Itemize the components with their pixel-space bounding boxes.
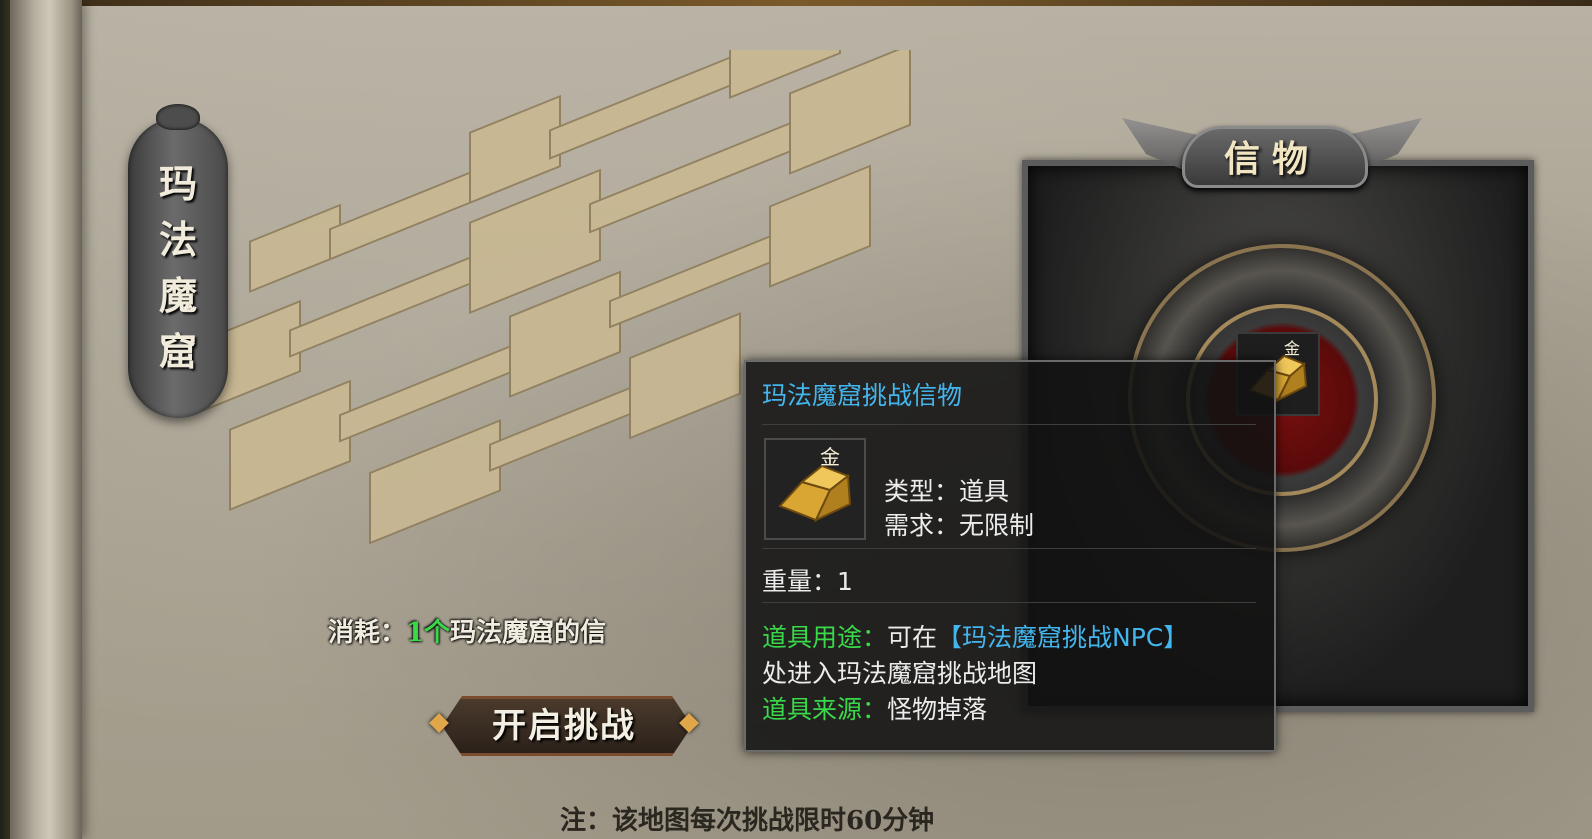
time-limit-note: 注：该地图每次挑战限时60分钟 [560,806,935,836]
cost-amount: 1个 [406,618,451,648]
item-type: 类型：道具 [884,477,1010,506]
title-char: 窟 [158,329,197,374]
scroll-rod [10,0,82,839]
map-room [469,94,561,205]
use-label: 道具用途： [762,623,888,652]
map-room [249,203,341,293]
item-source-line: 道具来源：怪物掉落 [762,690,987,726]
gold-ingot-icon: 金 [778,445,852,523]
tooltip-slot-glyph: 金 [820,445,840,469]
tooltip-title: 玛法魔窟挑战信物 [762,381,963,410]
map-corridor [329,163,491,261]
divider [762,424,1256,425]
dungeon-title-plaque: 玛 法 魔 窟 [128,104,228,418]
map-corridor [289,248,491,358]
source-label: 道具来源： [762,695,888,724]
map-room [789,50,911,175]
cost-label: 消耗： [328,618,407,648]
start-challenge-label: 开启挑战 [492,706,636,746]
source-text: 怪物掉落 [887,695,988,724]
cost-item: 玛法魔窟的信 [450,618,607,648]
tooltip-item-slot: 金 [764,438,866,540]
map-room [629,312,741,440]
divider [762,548,1256,549]
item-tooltip: 玛法魔窟挑战信物 金 类型：道具 需求：无限制 重量：1 道具用途：可在【玛法魔… [744,360,1276,752]
cost-line: 消耗：1个玛法魔窟的信 [328,612,606,649]
title-char: 玛 [158,161,197,206]
top-border [0,0,1592,6]
slot-glyph: 金 [1284,339,1300,358]
item-requirement: 需求：无限制 [884,511,1035,540]
map-corridor [609,226,791,329]
title-char: 法 [158,217,197,262]
token-header-label: 信物 [1223,138,1320,180]
title-char: 魔 [158,273,197,318]
map-corridor [549,50,751,160]
plaque-cap [156,104,200,130]
item-use-line: 道具用途：可在【玛法魔窟挑战NPC】 [762,618,1188,654]
item-weight: 重量：1 [762,567,853,596]
start-challenge-button[interactable]: 开启挑战 [424,688,704,758]
map-room [369,419,501,545]
use-text: 可在 [887,623,938,652]
dungeon-title: 玛 法 魔 窟 [128,156,228,380]
divider [762,602,1256,603]
token-header: 信物 [1122,118,1422,200]
item-use-line-2: 处进入玛法魔窟挑战地图 [762,659,1038,688]
use-npc: 【玛法魔窟挑战NPC】 [937,623,1189,652]
map-room [769,164,871,288]
map-room [229,379,351,512]
